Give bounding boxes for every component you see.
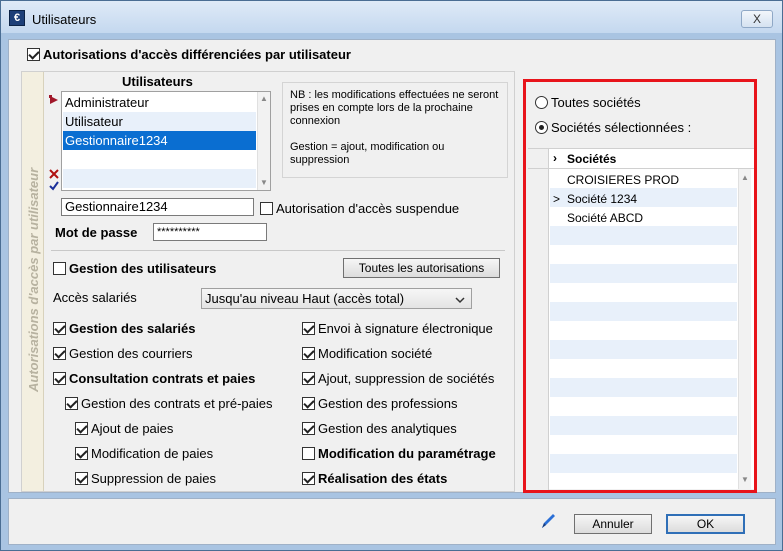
users-scrollbar[interactable]: ▲ ▼ xyxy=(257,92,270,190)
perm-checkbox-settings[interactable] xyxy=(302,447,315,460)
cancel-button[interactable]: Annuler xyxy=(574,514,652,534)
window-title: Utilisateurs xyxy=(32,12,97,27)
user-management-label: Gestion des utilisateurs xyxy=(69,261,217,276)
grid-row xyxy=(550,226,737,245)
all-companies-label: Toutes sociétés xyxy=(551,95,641,110)
users-list[interactable]: Administrateur Utilisateur Gestionnaire1… xyxy=(61,91,271,191)
suspended-checkbox[interactable] xyxy=(260,202,273,215)
companies-scrollbar[interactable]: ▲ ▼ xyxy=(738,169,751,489)
validate-icon[interactable] xyxy=(49,179,59,191)
selected-companies-label: Sociétés sélectionnées : xyxy=(551,120,692,135)
perm-checkbox-edit-pay[interactable] xyxy=(75,447,88,460)
perm-label: Gestion des courriers xyxy=(69,346,193,361)
username-input[interactable]: Gestionnaire1234 xyxy=(61,198,254,216)
vertical-label: Autorisations d'accès par utilisateur xyxy=(26,167,41,392)
company-item[interactable]: Société ABCD xyxy=(567,211,643,225)
perm-label: Gestion des salariés xyxy=(69,321,196,336)
grid-row xyxy=(550,245,737,264)
scroll-up-icon[interactable]: ▲ xyxy=(739,171,751,185)
grid-header-row: › Sociétés xyxy=(528,149,754,169)
note-text: NB : les modifications effectuées ne ser… xyxy=(290,89,499,127)
grid-header-label: Sociétés xyxy=(567,152,617,166)
grid-row xyxy=(550,321,737,340)
perm-label: Consultation contrats et paies xyxy=(69,371,256,386)
perm-label: Réalisation des états xyxy=(318,471,448,486)
grid-row xyxy=(550,340,737,359)
divider xyxy=(51,250,505,251)
perm-label: Modification de paies xyxy=(91,446,214,461)
company-item[interactable]: CROISIERES PROD xyxy=(567,173,679,187)
vertical-label-strip: Autorisations d'accès par utilisateur xyxy=(22,72,44,491)
perm-checkbox-analytics[interactable] xyxy=(302,422,315,435)
grid-row xyxy=(550,416,737,435)
grid-row xyxy=(550,359,737,378)
title-bar: € Utilisateurs X xyxy=(1,1,782,33)
app-icon: € xyxy=(9,10,25,26)
perm-checkbox-consult-contracts[interactable] xyxy=(53,372,66,385)
footer-bar xyxy=(8,498,776,545)
ok-button[interactable]: OK xyxy=(666,514,745,534)
chevron-down-icon xyxy=(454,293,466,304)
window: € Utilisateurs X Autorisations d'accès d… xyxy=(0,0,783,551)
perm-checkbox-reports[interactable] xyxy=(302,472,315,485)
note-box: NB : les modifications effectuées ne ser… xyxy=(282,82,508,178)
perm-label: Envoi à signature électronique xyxy=(318,321,493,336)
grid-row xyxy=(550,283,737,302)
grid-row xyxy=(550,378,737,397)
empty-row xyxy=(63,150,256,169)
perm-checkbox-edit-company[interactable] xyxy=(302,347,315,360)
user-management-checkbox[interactable] xyxy=(53,262,66,275)
employee-access-label: Accès salariés xyxy=(53,290,137,305)
scroll-up-icon[interactable]: ▲ xyxy=(258,92,270,106)
password-input[interactable]: ********** xyxy=(153,223,267,241)
current-row-marker: > xyxy=(553,192,561,206)
perm-label: Gestion des contrats et pré-paies xyxy=(81,396,273,411)
note-definition: Gestion = ajout, modification ou suppres… xyxy=(290,141,445,166)
perm-checkbox-delete-pay[interactable] xyxy=(75,472,88,485)
perm-checkbox-employees[interactable] xyxy=(53,322,66,335)
row-selector-column xyxy=(528,149,549,490)
delete-user-icon[interactable] xyxy=(49,167,59,179)
perm-label: Gestion des professions xyxy=(318,396,458,411)
perm-checkbox-manage-contracts[interactable] xyxy=(65,397,78,410)
users-header: Utilisateurs xyxy=(122,74,193,89)
perm-label: Modification société xyxy=(318,346,433,361)
scroll-down-icon[interactable]: ▼ xyxy=(258,176,270,190)
grid-row xyxy=(550,302,737,321)
user-item-selected[interactable]: Gestionnaire1234 xyxy=(63,131,256,150)
perm-checkbox-letters[interactable] xyxy=(53,347,66,360)
grid-row xyxy=(550,473,737,488)
perm-checkbox-esign[interactable] xyxy=(302,322,315,335)
grid-row xyxy=(550,264,737,283)
selected-companies-radio[interactable] xyxy=(535,121,548,134)
employee-access-select[interactable]: Jusqu'au niveau Haut (accès total) xyxy=(201,288,472,309)
differentiated-access-label: Autorisations d'accès différenciées par … xyxy=(43,47,351,62)
differentiated-access-checkbox[interactable] xyxy=(27,48,40,61)
grid-header-marker: › xyxy=(553,151,557,165)
grid-row xyxy=(550,397,737,416)
suspended-label: Autorisation d'accès suspendue xyxy=(276,201,460,216)
perm-label: Suppression de paies xyxy=(91,471,217,486)
perm-label: Ajout de paies xyxy=(91,421,174,436)
company-item[interactable]: Société 1234 xyxy=(567,192,637,206)
employee-access-value: Jusqu'au niveau Haut (accès total) xyxy=(205,291,405,306)
perm-checkbox-professions[interactable] xyxy=(302,397,315,410)
all-permissions-button[interactable]: Toutes les autorisations xyxy=(343,258,500,278)
add-user-icon[interactable] xyxy=(49,93,59,104)
user-item[interactable]: Utilisateur xyxy=(63,112,256,131)
password-label: Mot de passe xyxy=(55,225,138,240)
user-item[interactable]: Administrateur xyxy=(63,93,256,112)
all-companies-radio[interactable] xyxy=(535,96,548,109)
perm-label: Modification du paramétrage xyxy=(318,446,496,461)
grid-row xyxy=(550,454,737,473)
close-button[interactable]: X xyxy=(741,10,773,28)
perm-checkbox-add-companies[interactable] xyxy=(302,372,315,385)
pen-icon[interactable] xyxy=(540,513,556,529)
scroll-down-icon[interactable]: ▼ xyxy=(739,473,751,487)
perm-label: Gestion des analytiques xyxy=(318,421,457,436)
grid-row xyxy=(550,435,737,454)
perm-label: Ajout, suppression de sociétés xyxy=(318,371,495,386)
empty-row xyxy=(63,169,256,188)
perm-checkbox-add-pay[interactable] xyxy=(75,422,88,435)
